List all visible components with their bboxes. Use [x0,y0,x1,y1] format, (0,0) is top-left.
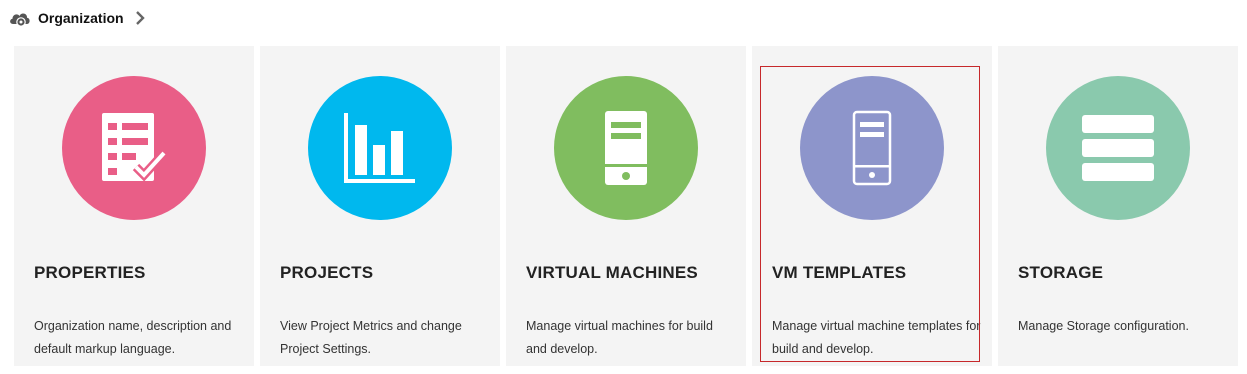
server-icon [604,110,648,186]
circle-badge [308,76,452,220]
cloud-gear-icon[interactable] [8,7,32,29]
breadcrumb: Organization [8,6,147,30]
server-outline-icon [852,110,892,186]
circle-badge [800,76,944,220]
storage-stack-icon [1082,115,1154,181]
bar-chart-icon [343,111,417,185]
card-title: VM TEMPLATES [772,263,907,282]
card-title: PROJECTS [280,263,374,282]
card-properties[interactable]: PROPERTIES Organization name, descriptio… [14,46,254,366]
card-virtual-machines[interactable]: VIRTUAL MACHINES Manage virtual machines… [506,46,746,366]
card-title: PROPERTIES [34,263,146,282]
card-description: View Project Metrics and change Project … [280,319,462,356]
circle-badge [1046,76,1190,220]
card-vm-templates[interactable]: VM TEMPLATES Manage virtual machine temp… [752,46,992,366]
card-description: Organization name, description and defau… [34,319,232,356]
chevron-right-icon[interactable] [133,10,147,26]
card-description: Manage Storage configuration. [1018,319,1189,333]
card-title: VIRTUAL MACHINES [526,263,698,282]
circle-badge [554,76,698,220]
card-description: Manage virtual machine templates for bui… [772,319,981,356]
circle-badge [62,76,206,220]
card-description: Manage virtual machines for build and de… [526,319,713,356]
card-title: STORAGE [1018,263,1104,282]
card-storage[interactable]: STORAGE Manage Storage configuration. [998,46,1238,366]
breadcrumb-organization[interactable]: Organization [38,10,124,26]
card-projects[interactable]: PROJECTS View Project Metrics and change… [260,46,500,366]
checklist-icon [100,111,168,185]
